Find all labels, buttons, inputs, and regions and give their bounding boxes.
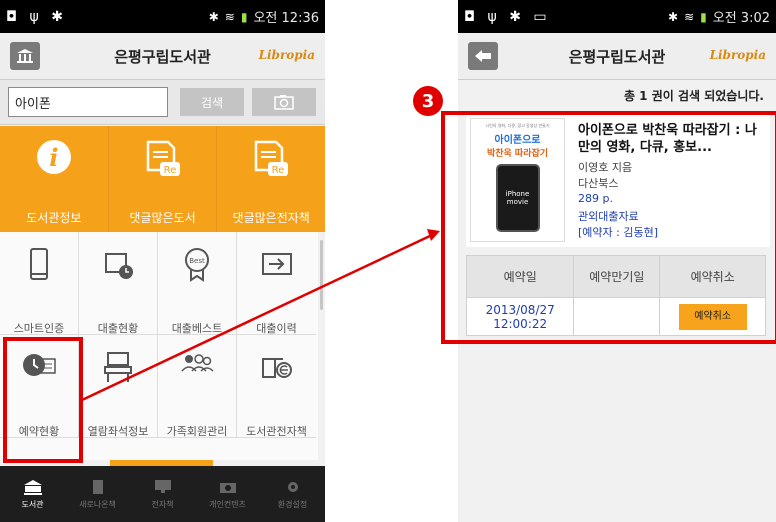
ebook-icon: [261, 358, 292, 378]
camera-icon: [219, 482, 236, 493]
tile-label: 댓글많은도서: [129, 211, 196, 225]
wifi-icon: ≋: [684, 9, 695, 24]
back-arrow-icon[interactable]: [468, 42, 498, 70]
nav-label: 새로나온책: [79, 499, 116, 509]
gear-icon: [287, 481, 298, 492]
svg-text:Re: Re: [163, 165, 176, 176]
monitor-icon: [154, 479, 171, 493]
tile-loan-status[interactable]: 대출현황: [79, 232, 158, 335]
tile-label: 대출이력: [256, 322, 297, 335]
nav-label: 개인컨텐츠: [209, 499, 246, 509]
libropia-logo: Libropia: [709, 48, 766, 62]
app-header: 은평구립도서관 Libropia: [458, 33, 776, 80]
highlight-box-result: [441, 111, 776, 344]
tile-smart-auth[interactable]: 스마트인증: [0, 232, 79, 335]
svg-text:Best: Best: [189, 257, 205, 265]
status-bar: ◘ ψ ✱ ✱ ≋ ▮ 오전 12:36: [0, 0, 325, 33]
nav-library[interactable]: 도서관: [0, 466, 65, 522]
search-bar: 검색: [0, 80, 325, 125]
tile-label: 도서관정보: [26, 211, 82, 225]
camera-search-button[interactable]: [252, 88, 316, 116]
nav-settings[interactable]: 환경설정: [260, 466, 325, 522]
reply-document-icon: Re: [254, 140, 289, 178]
reply-document-icon: Re: [146, 140, 180, 178]
tile-label: 도서관전자책: [246, 425, 307, 438]
highlight-box-reservation-tile: [3, 337, 83, 463]
status-time: 오전 3:02: [712, 11, 770, 26]
people-icon: [181, 354, 214, 372]
status-bar: ◘ ψ ✱ ▭ ✱ ≋ ▮ 오전 3:02: [458, 0, 776, 33]
tile-seat-info[interactable]: 열람좌석정보: [79, 335, 158, 438]
app-title: 은평구립도서관: [114, 47, 211, 66]
tile-loan-best[interactable]: Best 대출베스트: [158, 232, 237, 335]
info-icon: i: [36, 140, 71, 174]
tile-label: 스마트인증: [13, 322, 65, 335]
search-button[interactable]: 검색: [180, 88, 244, 116]
tile-loan-history[interactable]: 대출이력: [237, 232, 316, 335]
camera-icon: [274, 95, 294, 110]
tile-label: 열람좌석정보: [87, 425, 149, 438]
nav-label: 도서관: [21, 499, 44, 509]
library-icon: [23, 479, 42, 495]
libropia-logo: Libropia: [258, 48, 315, 62]
nav-new-books[interactable]: 새로나온책: [65, 466, 130, 522]
tile-library-ebooks[interactable]: 도서관전자책: [237, 335, 316, 438]
library-building-icon[interactable]: [10, 42, 40, 70]
tile-most-commented-books[interactable]: Re 댓글많은도서: [109, 126, 218, 232]
result-count: 총 1 권이 검색 되었습니다.: [458, 80, 776, 110]
card-clock-icon: [105, 253, 133, 279]
grid-scrollbar[interactable]: [320, 240, 323, 310]
battery-icon: ▮: [240, 9, 248, 24]
search-input[interactable]: [8, 87, 168, 117]
tile-label: 가족회원관리: [166, 425, 228, 438]
nav-label: 환경설정: [277, 499, 308, 509]
nav-personal-content[interactable]: 개인컨텐츠: [195, 466, 260, 522]
bluetooth-icon: ✱: [208, 9, 219, 24]
smartphone-icon: [30, 248, 48, 280]
arrow-box-icon: [261, 253, 292, 275]
svg-text:Re: Re: [272, 165, 285, 176]
app-title: 은평구립도서관: [568, 47, 666, 66]
status-time: 오전 12:36: [253, 11, 319, 26]
tile-label: 대출베스트: [171, 322, 223, 335]
notification-icons: ◘ ψ ✱ ▭: [464, 8, 551, 25]
tile-library-info[interactable]: i 도서관정보: [0, 126, 109, 232]
tile-label: 대출현황: [97, 322, 139, 335]
step-badge: 3: [413, 86, 443, 116]
wifi-icon: ≋: [224, 9, 235, 24]
nav-ebooks[interactable]: 전자책: [130, 466, 195, 522]
battery-icon: ▮: [700, 9, 707, 24]
app-header: 은평구립도서관 Libropia: [0, 33, 325, 80]
seat-icon: [104, 352, 132, 382]
tile-label: 댓글많은전자책: [232, 211, 310, 225]
tile-family-members[interactable]: 가족회원관리: [158, 335, 237, 438]
orange-menu-row: i 도서관정보 Re 댓글많은도서 Re 댓글많은전자책: [0, 126, 325, 232]
bluetooth-icon: ✱: [668, 9, 679, 24]
best-badge-icon: Best: [185, 248, 209, 282]
notification-icons: ◘ ψ ✱: [6, 8, 67, 25]
nav-label: 전자책: [151, 499, 174, 509]
book-icon: [92, 479, 103, 494]
bottom-nav: 도서관 새로나온책 전자책 개인컨텐츠 환경설정: [0, 466, 325, 522]
tile-most-commented-ebooks[interactable]: Re 댓글많은전자책: [217, 126, 325, 232]
